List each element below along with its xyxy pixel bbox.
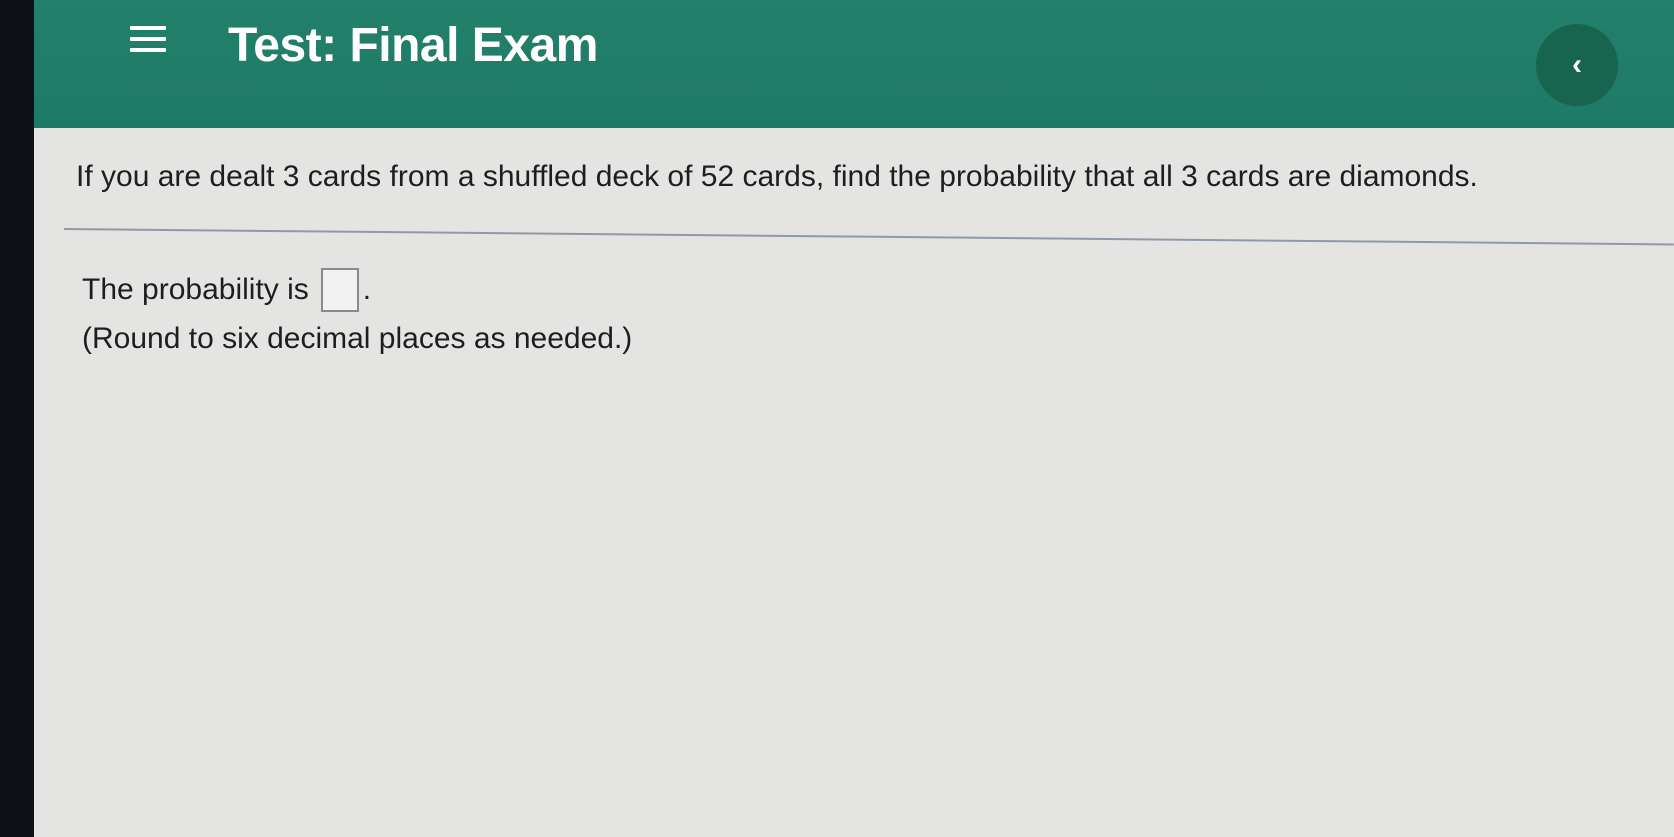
answer-suffix: .: [362, 273, 372, 306]
answer-line: The probability is .: [82, 268, 371, 312]
divider: [63, 228, 1674, 246]
collapse-panel-button[interactable]: ‹: [1536, 24, 1618, 106]
page-title: Test: Final Exam: [228, 19, 598, 72]
question-text: If you are dealt 3 cards from a shuffled…: [76, 160, 1478, 193]
probability-answer-input[interactable]: [320, 268, 359, 312]
chevron-left-icon: ‹: [1572, 48, 1582, 81]
hamburger-menu-icon[interactable]: [130, 26, 166, 58]
answer-prefix: The probability is: [82, 273, 309, 306]
rounding-instruction: (Round to six decimal places as needed.): [82, 322, 633, 355]
exam-screen: Test: Final Exam ‹ If you are dealt 3 ca…: [34, 0, 1674, 837]
header-bar: Test: Final Exam ‹: [34, 0, 1674, 128]
